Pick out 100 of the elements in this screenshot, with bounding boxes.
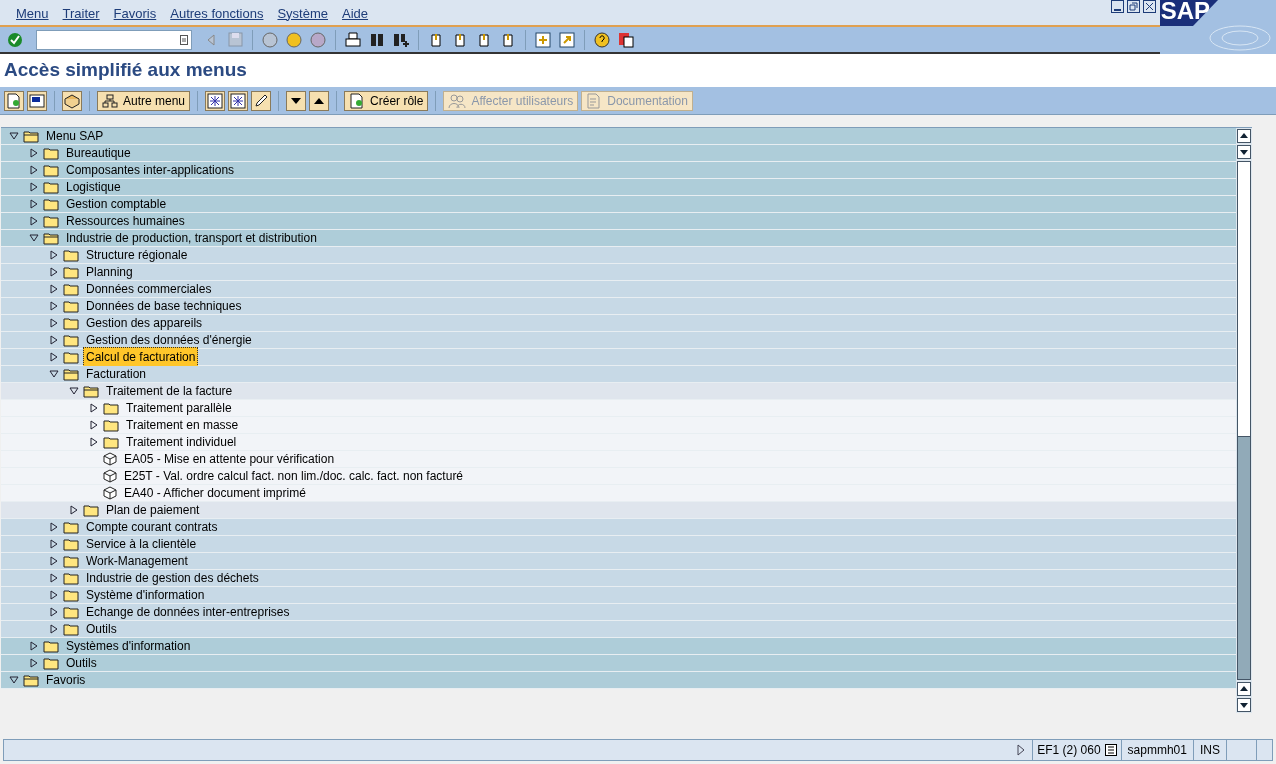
cube-icon [103, 469, 117, 483]
expand-triangle-icon[interactable] [49, 335, 59, 345]
tree-item[interactable]: Données commerciales [83, 279, 215, 299]
expand-triangle-icon[interactable] [69, 505, 79, 515]
page-up-icon[interactable] [1237, 682, 1251, 696]
collapse-triangle-icon[interactable] [9, 131, 19, 141]
tree-item[interactable]: Industrie de gestion des déchets [83, 568, 262, 588]
history-list-icon[interactable] [180, 34, 188, 45]
tree-item[interactable]: Ressources humaines [63, 211, 188, 231]
close-icon[interactable] [1143, 0, 1156, 13]
menu-item[interactable]: Favoris [113, 3, 157, 23]
expand-triangle-icon[interactable] [49, 318, 59, 328]
menu-item[interactable]: Traiter [62, 3, 100, 23]
expand-triangle-icon[interactable] [89, 437, 99, 447]
toolbar-button[interactable]: Créer rôle [344, 90, 429, 111]
expand-triangle-icon[interactable] [49, 267, 59, 277]
collapse-triangle-icon[interactable] [9, 675, 19, 685]
expand-triangle-icon[interactable] [29, 148, 39, 158]
expand-triangle-icon[interactable] [49, 573, 59, 583]
tree-item[interactable]: Logistique [63, 177, 124, 197]
tree-item[interactable]: EA40 - Afficher document imprimé [121, 483, 309, 503]
open-folder-icon [23, 673, 39, 687]
tree-item[interactable]: Service à la clientèle [83, 534, 200, 554]
expand-triangle-icon[interactable] [1016, 744, 1027, 756]
tree-item[interactable]: Système d'information [83, 585, 208, 605]
tree-item[interactable]: Outils [63, 653, 100, 673]
sparkle-icon [207, 92, 224, 109]
restore-icon[interactable] [1127, 0, 1140, 13]
box-icon [63, 92, 81, 109]
menu-item[interactable]: Menu [16, 3, 49, 23]
server-name: sapmmh01 [1120, 740, 1193, 760]
minimize-icon[interactable] [1111, 0, 1124, 13]
scrollbar[interactable] [1236, 128, 1252, 713]
expand-triangle-icon[interactable] [49, 539, 59, 549]
scroll-up-icon[interactable] [1237, 129, 1251, 143]
toolbar-button[interactable] [309, 90, 330, 111]
tree-item[interactable]: Planning [83, 262, 136, 282]
tree-item[interactable]: Facturation [83, 364, 150, 384]
toolbar-button[interactable] [251, 90, 272, 111]
system-info: EF1 (2) 060 [1037, 742, 1101, 759]
expand-triangle-icon[interactable] [29, 165, 39, 175]
tree-item[interactable]: Gestion des appareils [83, 313, 206, 333]
tree-item[interactable]: Work-Management [83, 551, 191, 571]
tree-item[interactable]: Traitement de la facture [103, 381, 236, 401]
collapse-triangle-icon[interactable] [69, 386, 79, 396]
tree-item[interactable]: Systèmes d'information [63, 636, 194, 656]
tree-item[interactable]: Gestion des données d'énergie [83, 330, 255, 350]
expand-triangle-icon[interactable] [29, 641, 39, 651]
expand-triangle-icon[interactable] [29, 199, 39, 209]
open-folder-icon [83, 384, 99, 398]
expand-triangle-icon[interactable] [49, 250, 59, 260]
tree-item[interactable]: Calcul de facturation [83, 347, 199, 367]
list-icon[interactable] [1104, 744, 1117, 756]
collapse-triangle-icon[interactable] [49, 369, 59, 379]
tree-item[interactable]: Menu SAP [43, 128, 107, 146]
tree-item[interactable]: Gestion comptable [63, 194, 170, 214]
expand-triangle-icon[interactable] [49, 590, 59, 600]
expand-triangle-icon[interactable] [49, 522, 59, 532]
expand-triangle-icon[interactable] [49, 624, 59, 634]
expand-triangle-icon[interactable] [29, 182, 39, 192]
toolbar-button[interactable] [286, 90, 307, 111]
tree-item[interactable]: Outils [83, 619, 120, 639]
expand-triangle-icon[interactable] [89, 420, 99, 430]
toolbar-button[interactable] [62, 90, 82, 111]
caret-down-icon [290, 96, 303, 105]
expand-triangle-icon[interactable] [49, 301, 59, 311]
expand-triangle-icon[interactable] [49, 352, 59, 362]
tree-item[interactable]: Traitement parallèle [123, 398, 235, 418]
menu-item[interactable]: Autres fonctions [170, 3, 264, 23]
document-person-icon [6, 92, 22, 109]
sparkle-icon [230, 92, 247, 109]
expand-triangle-icon[interactable] [49, 284, 59, 294]
cube-icon [103, 486, 117, 500]
toolbar-button[interactable]: Autre menu [97, 90, 191, 111]
tree-item[interactable]: Traitement individuel [123, 432, 240, 452]
tree-item[interactable]: Compte courant contrats [83, 517, 221, 537]
tree-item[interactable]: Traitement en masse [123, 415, 242, 435]
expand-triangle-icon[interactable] [49, 607, 59, 617]
toolbar-button[interactable] [205, 90, 226, 111]
tree-item[interactable]: Bureautique [63, 143, 134, 163]
menu-item[interactable]: Aide [342, 3, 369, 23]
toolbar-button[interactable] [228, 90, 249, 111]
scroll-down-icon[interactable] [1237, 145, 1251, 159]
tree-item[interactable]: Plan de paiement [103, 500, 203, 520]
expand-triangle-icon[interactable] [89, 403, 99, 413]
tree-item[interactable]: Structure régionale [83, 245, 191, 265]
collapse-triangle-icon[interactable] [29, 233, 39, 243]
command-field[interactable] [36, 29, 192, 50]
document-person-icon [349, 92, 366, 109]
expand-triangle-icon[interactable] [29, 216, 39, 226]
toolbar-button[interactable] [27, 90, 47, 111]
tree-item[interactable]: Favoris [43, 670, 89, 690]
logo-text: SAP [1160, 0, 1210, 24]
tree-item[interactable]: Composantes inter-applications [63, 160, 238, 180]
menu-item[interactable]: Système [277, 3, 329, 23]
expand-triangle-icon[interactable] [49, 556, 59, 566]
page-down-icon[interactable] [1237, 698, 1251, 712]
tree-item[interactable]: Données de base techniques [83, 296, 245, 316]
expand-triangle-icon[interactable] [29, 658, 39, 668]
cube-icon [103, 452, 117, 466]
